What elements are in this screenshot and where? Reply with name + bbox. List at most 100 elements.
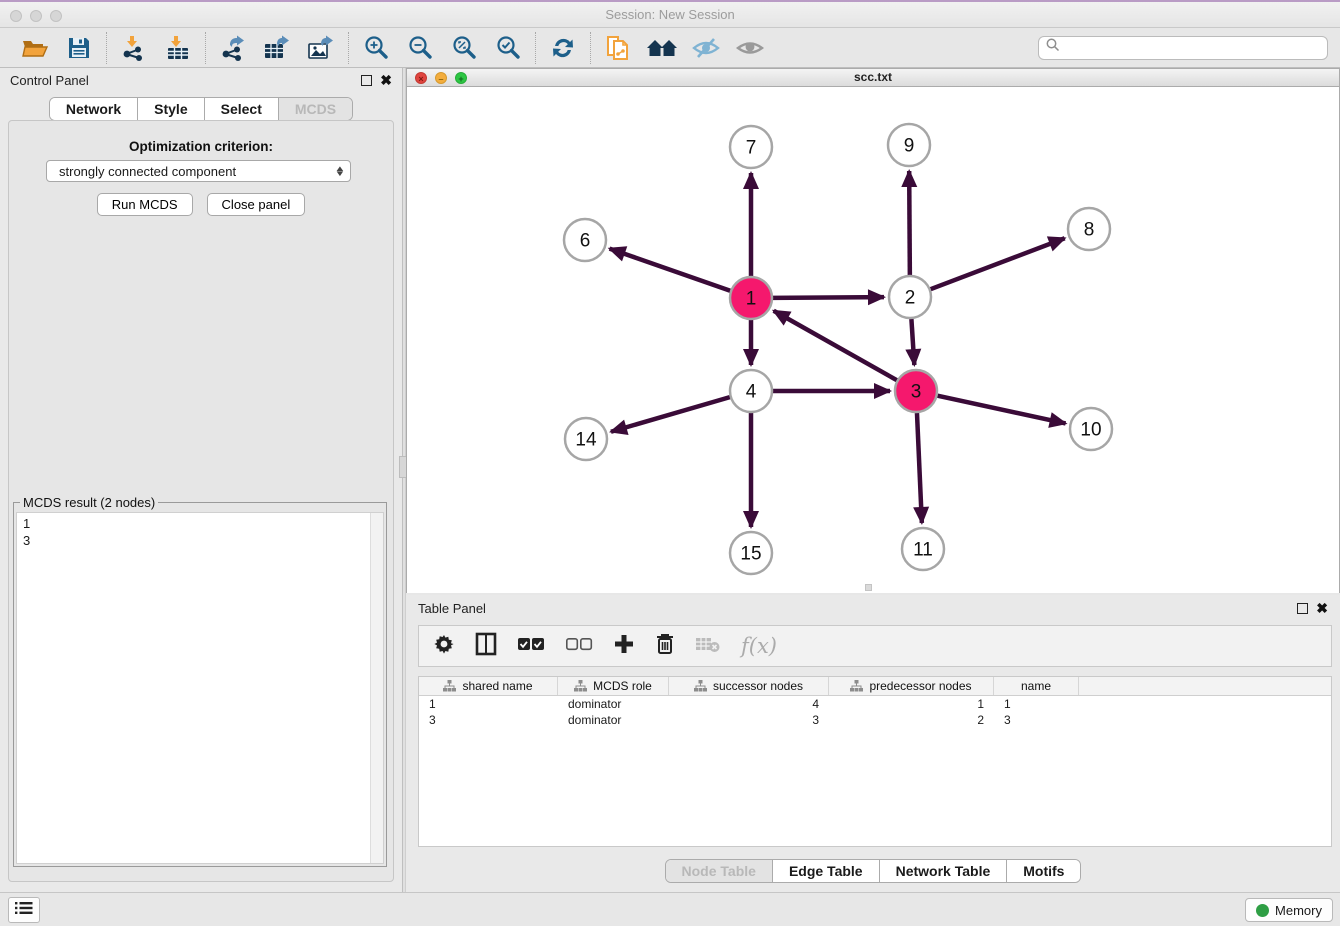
control-panel: Control Panel ✖ Network Style Select MCD… [0,68,402,892]
float-table-panel-icon[interactable] [1297,603,1308,614]
clone-network-view-button[interactable] [603,33,633,63]
unchecked-boxes-icon [565,637,593,656]
network-resize-grip[interactable] [865,584,872,591]
column-header-shared-name[interactable]: shared name [419,677,558,695]
close-table-panel-icon[interactable]: ✖ [1316,603,1328,614]
tab-network[interactable]: Network [50,98,138,120]
window-traffic-lights[interactable] [10,10,62,22]
node-table[interactable]: shared name MCDS role successor nodes pr… [418,676,1332,847]
graph-node-label-1: 1 [746,289,757,310]
table-cell[interactable]: 2 [829,712,994,728]
column-header-successor-nodes[interactable]: successor nodes [669,677,829,695]
network-window-controls[interactable]: × – + [415,72,467,84]
tree-icon [443,680,456,692]
close-window-icon[interactable] [10,10,22,22]
memory-button[interactable]: Memory [1245,898,1333,922]
export-network-button[interactable] [218,33,248,63]
table-cell[interactable]: 3 [994,712,1079,728]
table-row[interactable]: 1dominator411 [419,696,1331,712]
graph-edge-1-2[interactable] [773,297,884,298]
graph-edge-4-14[interactable] [611,397,730,432]
graph-edge-3-11[interactable] [917,413,922,523]
zoom-fit-button[interactable] [449,33,479,63]
graph-edge-3-10[interactable] [937,396,1065,424]
zoom-in-icon [363,35,389,61]
optimization-criterion-select[interactable]: strongly connected component ▲▼ [46,160,351,182]
float-panel-icon[interactable] [361,75,372,86]
mcds-result-scrollbar[interactable] [370,513,383,863]
table-cell[interactable]: 1 [994,696,1079,712]
table-cell[interactable]: 1 [829,696,994,712]
open-session-button[interactable] [20,33,50,63]
checked-boxes-icon [517,637,545,656]
hide-view-button[interactable] [691,33,721,63]
home-layout-button[interactable] [647,33,677,63]
save-session-button[interactable] [64,33,94,63]
minimize-network-icon[interactable]: – [435,72,447,84]
import-table-button[interactable] [163,33,193,63]
tab-node-table[interactable]: Node Table [666,860,773,882]
table-cell[interactable]: 4 [669,696,829,712]
minimize-window-icon[interactable] [30,10,42,22]
tab-mcds[interactable]: MCDS [279,98,352,120]
export-table-button[interactable] [262,33,292,63]
column-header-mcds-role[interactable]: MCDS role [558,677,669,695]
window-titlebar: Session: New Session [0,0,1340,28]
delete-column-button[interactable] [695,635,721,658]
zoom-in-button[interactable] [361,33,391,63]
table-settings-button[interactable] [433,633,455,660]
open-folder-icon [21,36,49,60]
table-cell[interactable]: dominator [558,696,669,712]
search-field[interactable] [1038,36,1328,60]
column-chooser-button[interactable] [475,632,497,661]
task-history-button[interactable] [8,897,40,923]
node-table-body: 1dominator4113dominator323 [419,696,1331,728]
import-network-icon [121,35,147,61]
mcds-result-text[interactable]: 1 3 [17,513,369,863]
refresh-view-button[interactable] [548,33,578,63]
show-view-button[interactable] [735,33,765,63]
network-canvas[interactable]: 7968124314101511 [407,87,1339,593]
graph-edge-3-1[interactable] [774,311,897,380]
import-network-button[interactable] [119,33,149,63]
network-graph[interactable]: 7968124314101511 [407,87,1339,593]
apply-function-button[interactable]: f(x) [741,634,777,658]
maximize-window-icon[interactable] [50,10,62,22]
delete-row-button[interactable] [655,632,675,661]
tab-edge-table[interactable]: Edge Table [773,860,880,882]
graph-edge-1-6[interactable] [610,249,731,291]
tab-select[interactable]: Select [205,98,279,120]
run-mcds-button[interactable]: Run MCDS [97,193,193,216]
maximize-network-icon[interactable]: + [455,72,467,84]
table-row[interactable]: 3dominator323 [419,712,1331,728]
close-network-icon[interactable]: × [415,72,427,84]
search-input[interactable] [1061,41,1321,55]
table-tabs: Node Table Edge Table Network Table Moti… [665,859,1082,883]
plus-icon [613,633,635,660]
graph-node-label-6: 6 [580,231,591,252]
select-all-button[interactable] [517,637,545,656]
zoom-selected-button[interactable] [493,33,523,63]
graph-edge-2-3[interactable] [911,319,914,365]
graph-edge-2-9[interactable] [909,171,910,275]
table-cell[interactable]: 3 [669,712,829,728]
close-panel-button[interactable]: Close panel [207,193,306,216]
column-header-predecessor-nodes[interactable]: predecessor nodes [829,677,994,695]
tab-style[interactable]: Style [138,98,204,120]
graph-edge-2-8[interactable] [931,238,1065,289]
zoom-out-button[interactable] [405,33,435,63]
table-cell[interactable]: 1 [419,696,558,712]
tab-network-table[interactable]: Network Table [880,860,1008,882]
table-cell[interactable]: 3 [419,712,558,728]
table-toolbar: f(x) [418,625,1332,667]
list-icon [15,901,33,920]
close-panel-icon[interactable]: ✖ [380,75,392,86]
refresh-icon [550,35,576,61]
deselect-all-button[interactable] [565,637,593,656]
add-row-button[interactable] [613,633,635,660]
mcds-result-title: MCDS result (2 nodes) [20,495,158,510]
tab-motifs[interactable]: Motifs [1007,860,1080,882]
export-image-button[interactable] [306,33,336,63]
column-header-name[interactable]: name [994,677,1079,695]
table-cell[interactable]: dominator [558,712,669,728]
